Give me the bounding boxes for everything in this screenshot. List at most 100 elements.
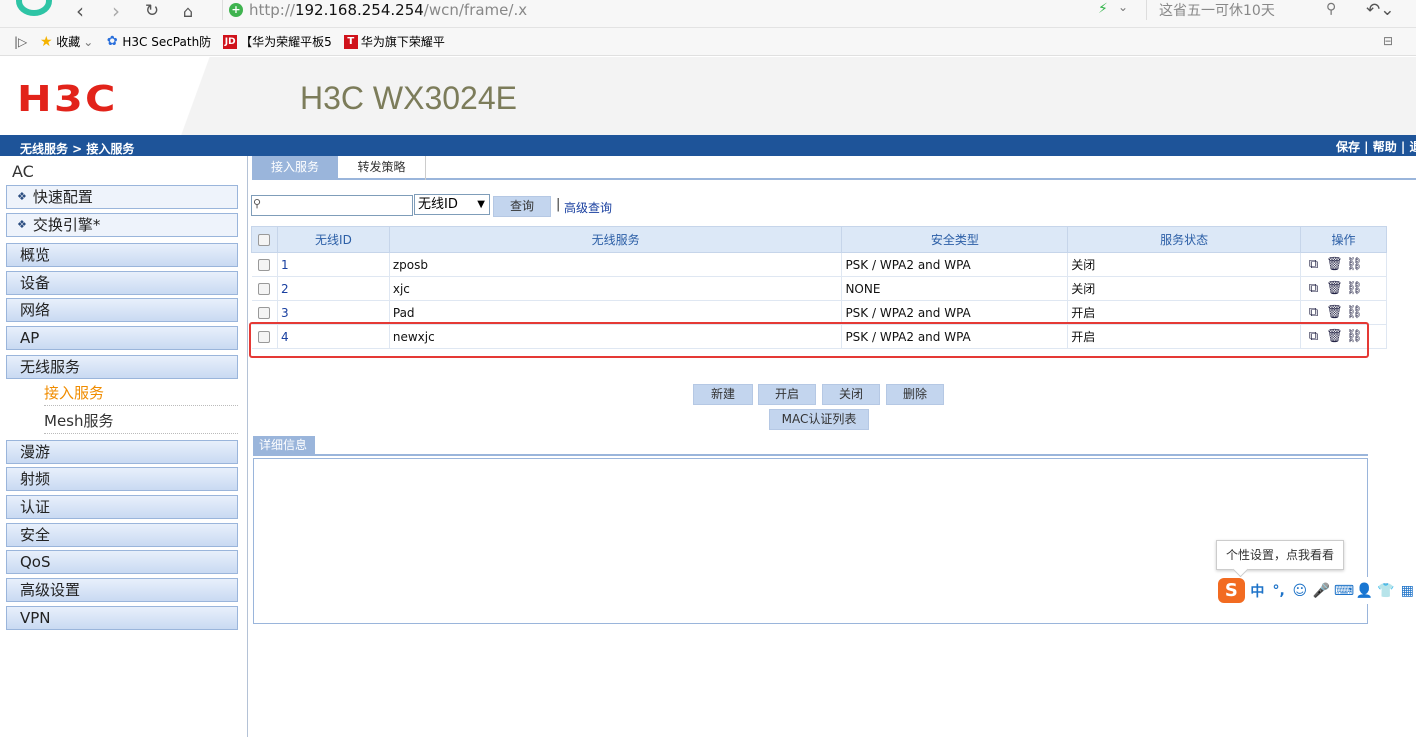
sidebar: AC ❖ 快速配置 ❖ 交换引擎* 概览 设备 网络 AP 无线服务 接入服务 Me… bbox=[0, 156, 248, 737]
new-button[interactable]: 新建 bbox=[693, 384, 753, 405]
favorite-tmall[interactable]: T 华为旗下荣耀平 bbox=[343, 33, 445, 50]
advanced-query-link[interactable]: 高级查询 bbox=[564, 199, 612, 216]
sidebar-subitem-mesh-service[interactable]: Mesh服务 bbox=[44, 408, 238, 434]
operations-cell: ⧉ 🗑 ⛓ bbox=[1300, 276, 1387, 301]
bind-link-icon[interactable]: ⛓ bbox=[1346, 281, 1363, 296]
top-nav-bar: 无线服务 > 接入服务 保存 | 帮助 | 退 bbox=[0, 135, 1416, 156]
url-host: 192.168.254.254 bbox=[294, 1, 424, 19]
wireless-id-link[interactable]: 2 bbox=[277, 276, 390, 301]
ime-tooltip[interactable]: 个性设置，点我看看 bbox=[1216, 540, 1344, 570]
row-checkbox[interactable] bbox=[258, 259, 271, 271]
col-security-type[interactable]: 安全类型 bbox=[841, 226, 1069, 253]
favorite-collection[interactable]: ★ 收藏 ⌄ bbox=[39, 33, 93, 50]
microphone-icon[interactable]: 🎤 bbox=[1312, 583, 1329, 599]
sidebar-item-overview[interactable]: 概览 bbox=[6, 243, 238, 267]
emoji-icon[interactable]: ☺ bbox=[1291, 583, 1308, 599]
sidebar-item-security[interactable]: 安全 bbox=[6, 523, 238, 547]
toolbox-grid-icon[interactable]: ▦ bbox=[1399, 583, 1416, 599]
security-type: PSK / WPA2 and WPA bbox=[841, 300, 1069, 325]
punctuation-icon[interactable]: °, bbox=[1270, 583, 1287, 599]
row-checkbox[interactable] bbox=[258, 283, 271, 295]
browser-search-input[interactable]: 这省五一可休10天 bbox=[1146, 0, 1348, 20]
service-name: xjc bbox=[389, 276, 843, 301]
keyboard-icon[interactable]: ⌨ bbox=[1334, 583, 1354, 599]
jd-icon: JD bbox=[223, 34, 238, 49]
edit-icon[interactable]: ⧉ bbox=[1306, 257, 1321, 272]
forward-icon[interactable]: › bbox=[102, 0, 130, 23]
query-field-select[interactable]: 无线ID ▼ bbox=[414, 194, 490, 215]
trash-icon[interactable]: 🗑 bbox=[1326, 281, 1343, 296]
select-all-checkbox[interactable] bbox=[258, 234, 271, 246]
query-input[interactable] bbox=[251, 195, 413, 216]
edit-icon[interactable]: ⧉ bbox=[1306, 281, 1321, 296]
edit-icon[interactable]: ⧉ bbox=[1306, 305, 1321, 320]
col-wireless-service[interactable]: 无线服务 bbox=[388, 226, 843, 253]
user-icon[interactable]: 👤 bbox=[1356, 583, 1373, 599]
disable-button[interactable]: 关闭 bbox=[822, 384, 880, 405]
paw-icon: ✿ bbox=[106, 33, 118, 49]
trash-icon[interactable]: 🗑 bbox=[1326, 257, 1343, 272]
sidebar-item-radio[interactable]: 射频 bbox=[6, 467, 238, 491]
col-wireless-id[interactable]: 无线ID bbox=[276, 226, 390, 253]
query-button[interactable]: 查询 bbox=[493, 196, 551, 217]
reload-icon[interactable]: ↻ bbox=[138, 0, 166, 22]
bind-link-icon[interactable]: ⛓ bbox=[1346, 305, 1363, 320]
service-status: 开启 bbox=[1067, 300, 1301, 325]
tmall-icon: T bbox=[343, 34, 358, 49]
chevron-down-icon[interactable]: ⌄ bbox=[1118, 0, 1128, 14]
sidebar-item-label: 交换引擎* bbox=[32, 216, 101, 234]
row-select-cell bbox=[251, 252, 278, 277]
search-icon[interactable]: ⚲ bbox=[1326, 1, 1336, 17]
col-service-status[interactable]: 服务状态 bbox=[1067, 226, 1301, 253]
service-name: Pad bbox=[389, 300, 843, 325]
sidebar-item-advanced[interactable]: 高级设置 bbox=[6, 578, 238, 602]
tab-access-service[interactable]: 接入服务 bbox=[252, 156, 338, 180]
bind-link-icon[interactable]: ⛓ bbox=[1346, 257, 1363, 272]
sidebar-item-roaming[interactable]: 漫游 bbox=[6, 440, 238, 464]
skin-shirt-icon[interactable]: 👕 bbox=[1377, 583, 1394, 599]
favorite-jd[interactable]: JD 【华为荣耀平板5 bbox=[223, 33, 332, 50]
favorite-h3c[interactable]: ✿ H3C SecPath防 bbox=[105, 33, 211, 50]
favorite-label: H3C SecPath防 bbox=[122, 35, 212, 49]
home-icon[interactable]: ⌂ bbox=[174, 0, 202, 22]
favorites-bar: |▷ ★ 收藏 ⌄ ✿ H3C SecPath防 JD 【华为荣耀平板5 T 华… bbox=[0, 28, 1416, 56]
sidebar-item-ap[interactable]: AP bbox=[6, 326, 238, 350]
sidebar-item-qos[interactable]: QoS bbox=[6, 550, 238, 574]
address-bar[interactable]: + http://192.168.254.254/wcn/frame/.x bbox=[222, 0, 1082, 20]
operations-cell: ⧉ 🗑 ⛓ bbox=[1300, 300, 1387, 325]
tab-forwarding-policy[interactable]: 转发策略 bbox=[338, 156, 426, 180]
sidebar-item-network[interactable]: 网络 bbox=[6, 298, 238, 322]
trash-icon[interactable]: 🗑 bbox=[1326, 305, 1343, 320]
operations-cell: ⧉ 🗑 ⛓ bbox=[1300, 252, 1387, 277]
diamond-icon: ❖ bbox=[17, 190, 27, 203]
sidebar-item-quick-config[interactable]: ❖ 快速配置 bbox=[6, 185, 238, 209]
service-status: 关闭 bbox=[1067, 276, 1301, 301]
sidebar-root-label: AC bbox=[12, 162, 34, 181]
wireless-id-link[interactable]: 1 bbox=[277, 252, 390, 277]
sidebar-toggle-icon[interactable]: |▷ bbox=[14, 35, 27, 49]
undo-icon[interactable]: ↶⌄ bbox=[1366, 0, 1395, 20]
row-select-cell bbox=[251, 300, 278, 325]
select-all-cell bbox=[251, 226, 278, 253]
back-icon[interactable]: ‹ bbox=[66, 0, 94, 23]
sidebar-item-switch-engine[interactable]: ❖ 交换引擎* bbox=[6, 213, 238, 237]
chevron-down-icon: ⌄ bbox=[83, 34, 94, 49]
sidebar-item-device[interactable]: 设备 bbox=[6, 271, 238, 295]
bookmark-menu-icon[interactable]: ⊟ bbox=[1383, 34, 1393, 48]
row-checkbox[interactable] bbox=[258, 307, 271, 319]
chinese-mode-icon[interactable]: 中 bbox=[1249, 581, 1266, 601]
mac-auth-list-button[interactable]: MAC认证列表 bbox=[769, 409, 869, 430]
sidebar-item-auth[interactable]: 认证 bbox=[6, 495, 238, 519]
row-select-cell bbox=[251, 276, 278, 301]
detail-tab: 详细信息 bbox=[253, 436, 315, 455]
delete-button[interactable]: 删除 bbox=[886, 384, 944, 405]
lightning-icon[interactable]: ⚡ bbox=[1098, 1, 1108, 17]
top-links[interactable]: 保存 | 帮助 | 退 bbox=[1336, 138, 1416, 155]
sidebar-subitem-access-service[interactable]: 接入服务 bbox=[44, 380, 238, 406]
sogou-logo-icon[interactable]: S bbox=[1218, 578, 1245, 603]
security-type: PSK / WPA2 and WPA bbox=[841, 252, 1069, 277]
sidebar-item-wireless-service[interactable]: 无线服务 bbox=[6, 355, 238, 379]
sidebar-item-vpn[interactable]: VPN bbox=[6, 606, 238, 630]
wireless-id-link[interactable]: 3 bbox=[277, 300, 390, 325]
enable-button[interactable]: 开启 bbox=[758, 384, 816, 405]
